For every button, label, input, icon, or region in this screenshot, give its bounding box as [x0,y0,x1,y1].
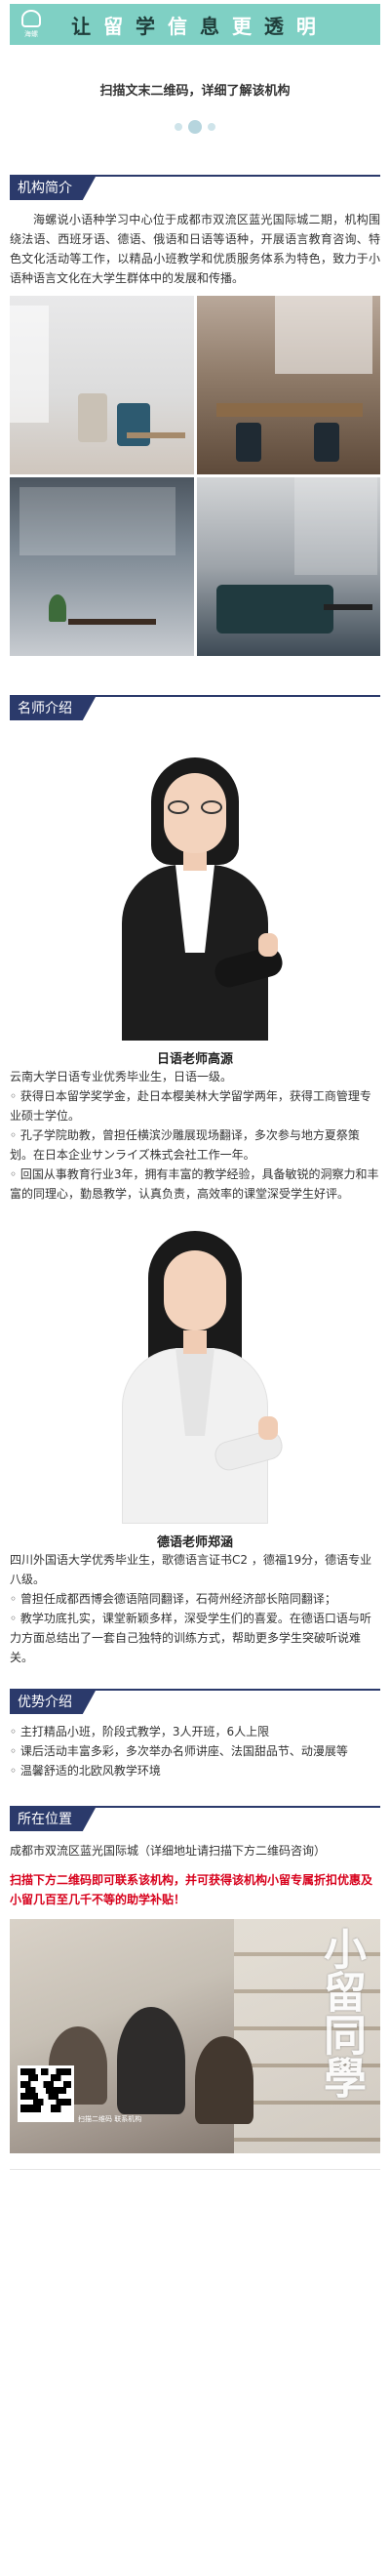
teacher-bio-line: ◦ 回国从事教育行业3年，拥有丰富的教学经验，具备敏锐的洞察力和丰富的同理心，勤… [10,1167,379,1201]
dot-icon [188,120,202,134]
calligraphy-text: 小留同學 [316,1927,366,2099]
brand-logo: 海螺 [18,10,45,39]
classroom-photo [196,296,380,474]
article-page: 海螺 让 留 学 信 息 更 透 明 扫描文末二维码，详细了解该机构 机构简介 … [0,0,390,2576]
teacher-photo [107,738,286,1041]
scan-tip: 扫描文末二维码，详细了解该机构 [99,84,291,99]
banner-title-char: 留 [103,14,127,38]
section-label: 优势介绍 [10,1691,96,1714]
section-label: 名师介绍 [10,697,96,720]
teacher-bio-line: ◦ 教学功底扎实，课堂新颖多样，深受学生们的喜爱。在德语口语与听力方面总结出了一… [10,1612,371,1664]
classroom-photo [10,477,194,656]
banner-title-char: 更 [231,14,254,38]
banner-title: 让 留 学 信 息 更 透 明 [71,11,319,39]
qr-caption: 扫描二维码 联系机构 [78,2115,142,2123]
promo-highlight: 扫描下方二维码即可联系该机构，并可获得该机构小留专属折扣优惠及小留几百至几千不等… [10,1873,373,1906]
location-text: 成都市双流区蓝光国际城（详细地址请扫描下方二维码咨询） [10,1844,327,1858]
brand-name: 海螺 [24,30,38,38]
teacher-bio-line: ◦ 曾担任成都西博会德语陪同翻译，石荷州经济部长陪同翻译； [10,1592,336,1606]
advantage-item: ◦ 温馨舒适的北欧风教学环境 [10,1764,161,1778]
banner-title-char: 息 [199,14,222,38]
teacher-name: 日语老师高源 [156,1052,233,1067]
advantage-item: ◦ 课后活动丰富多彩，多次举办名师讲座、法国甜品节、动漫展等 [10,1744,348,1758]
section-header-advantages: 优势介绍 [10,1689,380,1718]
classroom-photo [10,296,194,474]
divider [10,2169,380,2170]
section-header-location: 所在位置 [10,1806,380,1835]
banner-title-char: 让 [71,14,95,38]
section-header-teachers: 名师介绍 [10,695,380,724]
photo-grid [10,296,380,656]
banner-title-char: 信 [168,14,191,38]
header-banner: 海螺 让 留 学 信 息 更 透 明 [10,4,380,45]
teacher-bio-line: ◦ 孔子学院助教，曾担任横滨沙雕展现场翻译，多次参与地方夏祭策划。在日本企业サン… [10,1128,360,1162]
banner-title-char: 学 [136,14,159,38]
section-label: 机构简介 [10,177,96,200]
teacher-name: 德语老师郑涵 [156,1535,233,1550]
advantage-item: ◦ 主打精品小班，阶段式教学，3人开班，6人上限 [10,1725,270,1738]
decorative-dots [0,120,390,134]
qr-code[interactable] [18,2065,74,2122]
shell-icon [21,10,41,27]
teacher-bio-line: ◦ 获得日本留学奖学金，赴日本樱美林大学留学两年，获得工商管理专业硕士学位。 [10,1089,371,1123]
banner-title-char: 透 [263,14,287,38]
banner-title-char: 明 [295,14,319,38]
section-label: 所在位置 [10,1808,96,1831]
teacher-bio-line: 云南大学日语专业优秀毕业生，日语一级。 [10,1070,233,1084]
section-header-intro: 机构简介 [10,175,380,204]
teacher-bio-line: 四川外国语大学优秀毕业生，歌德语言证书C2 ，德福19分，德语专业八级。 [10,1553,372,1586]
intro-text: 海螺说小语种学习中心位于成都市双流区蓝光国际城二期，机构围绕法语、西班牙语、德语… [10,213,380,285]
promo-photo: 小留同學 扫描二维码 联系机构 [10,1919,380,2153]
classroom-photo [196,477,380,656]
advantages-list: ◦ 主打精品小班，阶段式教学，3人开班，6人上限 ◦ 课后活动丰富多彩，多次举办… [10,1722,380,1780]
dot-icon [208,123,215,131]
teacher-photo [107,1221,286,1524]
dot-icon [175,123,182,131]
